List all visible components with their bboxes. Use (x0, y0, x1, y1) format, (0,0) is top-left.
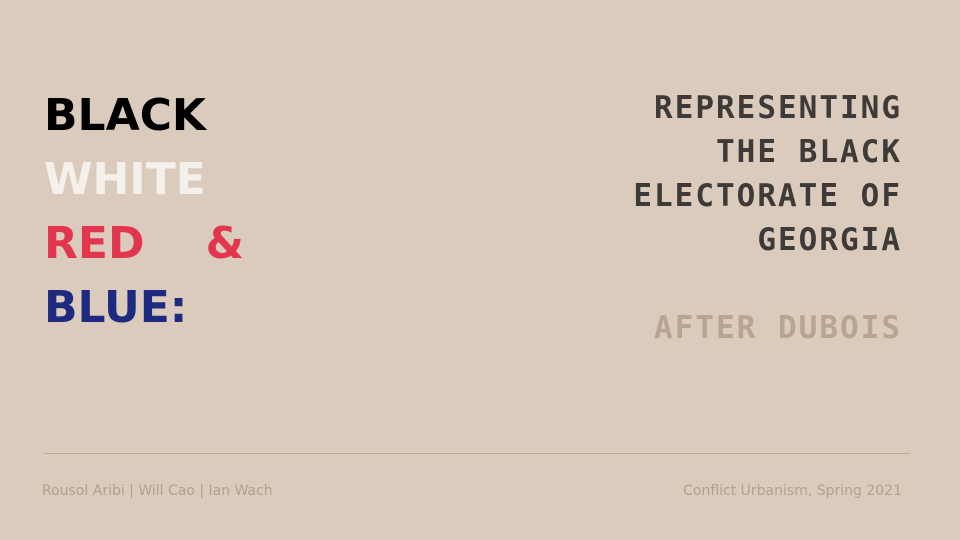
authors-credit: Rousol Aribi | Will Cao | Ian Wach (42, 483, 273, 499)
title-line-red: RED & (44, 212, 244, 276)
subtitle-line: REPRESENTING (654, 90, 902, 126)
title-ampersand: & (205, 218, 244, 269)
subtitle-line: ELECTORATE OF (633, 178, 902, 214)
course-credit: Conflict Urbanism, Spring 2021 (683, 483, 902, 499)
main-title: BLACK WHITE RED & BLUE: (44, 84, 254, 340)
title-line-white: WHITE (44, 154, 206, 205)
subtitle-line: GEORGIA (757, 222, 902, 258)
subtitle: REPRESENTING THE BLACK ELECTORATE OF GEO… (502, 86, 902, 262)
subtitle-line: THE BLACK (716, 134, 902, 170)
after-dubois-label: AFTER DUBOIS (654, 310, 902, 346)
title-line-black: BLACK (44, 90, 207, 141)
footer-divider (44, 453, 910, 454)
title-line-blue: BLUE: (44, 282, 188, 333)
title-slide: BLACK WHITE RED & BLUE: REPRESENTING THE… (0, 0, 960, 540)
title-word-red: RED (44, 218, 145, 269)
